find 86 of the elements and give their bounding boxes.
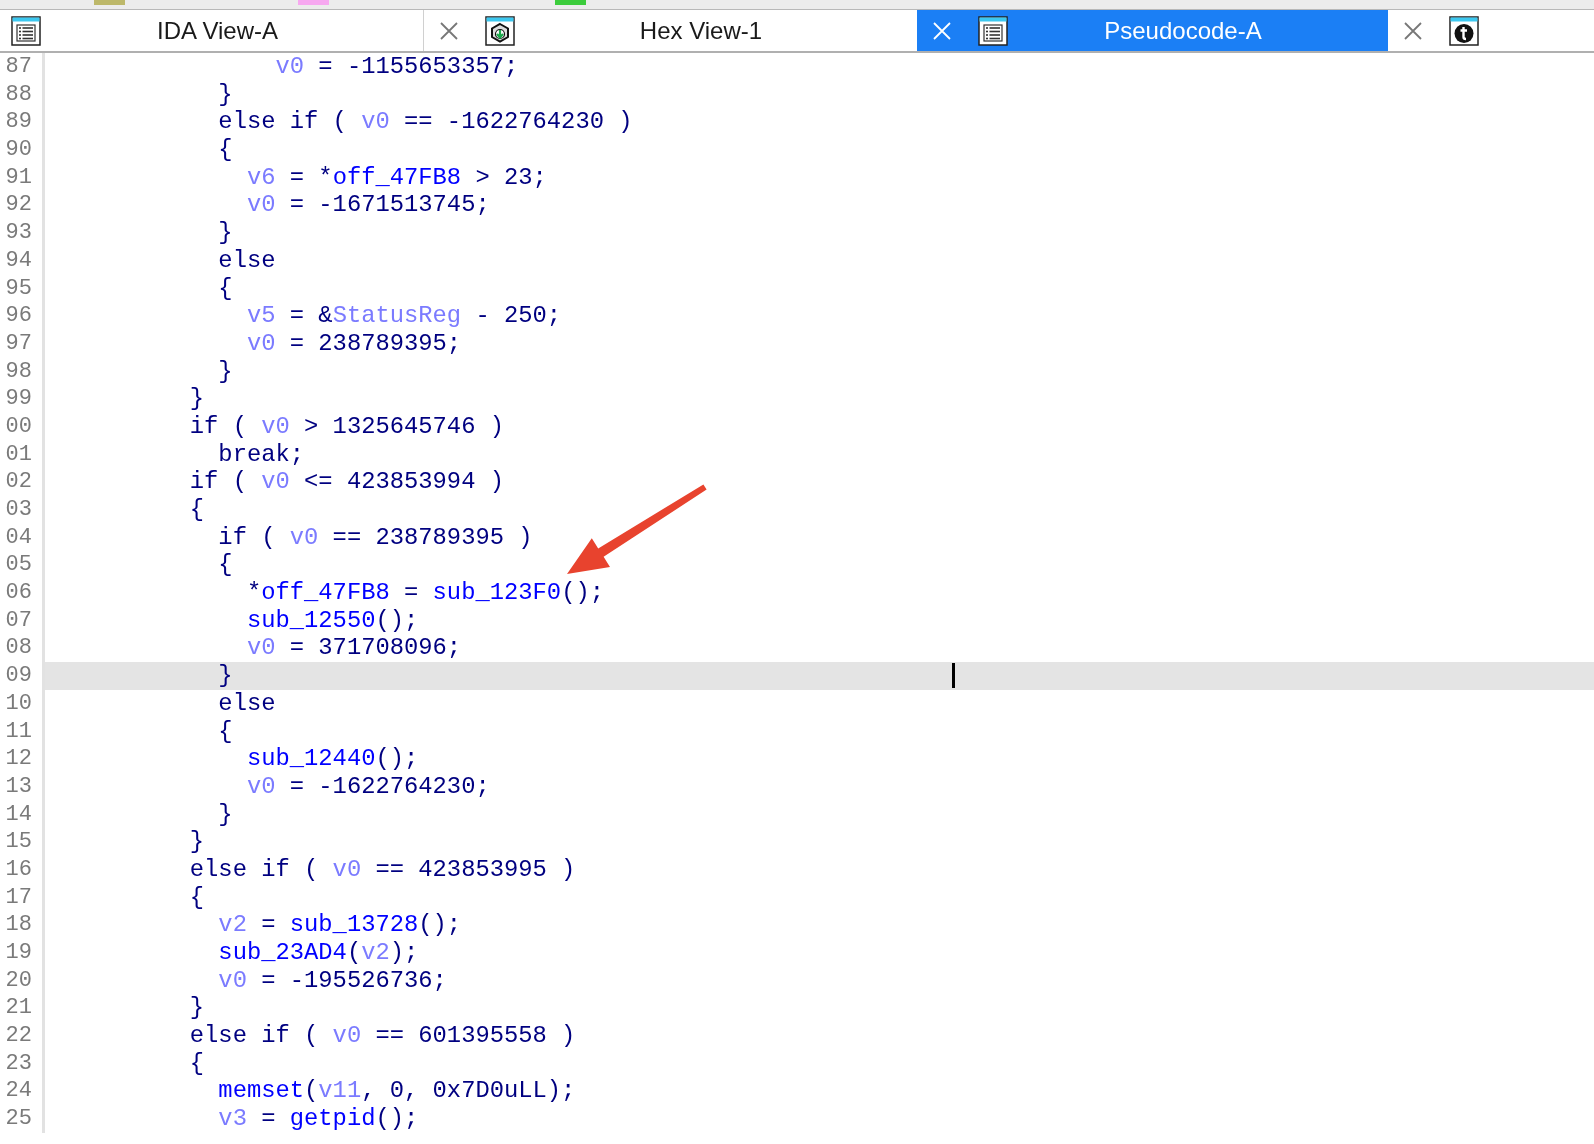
code-line: }: [217, 219, 233, 247]
code-line: v0 = -1622764230;: [245, 772, 490, 800]
code-line: if ( v0 <= 423853994 ): [188, 468, 504, 496]
code-line: sub_12550();: [245, 606, 419, 634]
code-line: v5 = &StatusReg - 250;: [245, 302, 562, 330]
code-line: }: [188, 385, 205, 413]
code-line: }: [188, 828, 205, 856]
line-number: 20: [5, 966, 32, 995]
code-line: break;: [217, 440, 305, 468]
code-line: v0 = 238789395;: [245, 329, 462, 357]
code-line: if ( v0 == 238789395 ): [217, 523, 533, 551]
code-line: }: [217, 80, 233, 108]
code-line: v0 = -195526736;: [217, 966, 447, 994]
line-number: 16: [5, 855, 32, 884]
code-line: memset(v11, 0, 0x7D0uLL);: [217, 1077, 576, 1105]
code-line: else if ( v0 == 601395558 ): [188, 1022, 576, 1050]
code-line: {: [188, 883, 205, 911]
code-line: }: [188, 994, 205, 1022]
line-number: 22: [5, 1022, 32, 1050]
close-icon[interactable]: [1404, 21, 1422, 40]
code-line: {: [188, 1049, 205, 1077]
line-number: 25: [5, 1105, 32, 1133]
line-number: 12: [5, 745, 32, 773]
code-line: v6 = *off_47FB8 > 23;: [245, 163, 547, 191]
line-number: 23: [5, 1049, 32, 1078]
code-line: v0 = -1155653357;: [274, 53, 519, 80]
line-number: 13: [5, 772, 32, 801]
line-number: 96: [5, 302, 32, 330]
text-cursor: [952, 663, 955, 689]
line-number: 05: [5, 551, 32, 580]
line-number: 01: [5, 440, 32, 469]
line-number: 09: [5, 662, 32, 690]
line-number: 06: [5, 579, 32, 607]
line-number: 89: [5, 108, 32, 137]
code-line: if ( v0 > 1325645746 ): [188, 412, 504, 440]
code-line: v3 = getpid();: [217, 1105, 419, 1133]
line-number: 97: [5, 329, 32, 358]
code-line: v0 = 371708096;: [245, 634, 462, 662]
line-number: 11: [5, 717, 32, 746]
code-line: else: [217, 689, 276, 717]
code-line: {: [217, 274, 233, 302]
tab[interactable]: IDA View-A: [0, 10, 424, 51]
line-number: 93: [5, 219, 32, 247]
line-number: 91: [5, 163, 32, 192]
line-number: 88: [5, 80, 32, 109]
line-number: 08: [5, 634, 32, 663]
line-number: 21: [5, 994, 32, 1023]
line-number: 95: [5, 274, 32, 303]
line-number: 92: [5, 191, 32, 220]
line-number: 19: [5, 939, 32, 967]
code-line: else if ( v0 == 423853995 ): [188, 855, 576, 883]
line-number: 14: [5, 800, 32, 829]
line-number: 00: [5, 412, 32, 441]
code-line: else if ( v0 == -1622764230 ): [217, 108, 633, 136]
code-line: sub_23AD4(v2);: [217, 939, 419, 966]
code-line: {: [217, 551, 233, 579]
line-number: 90: [5, 136, 32, 164]
line-number: 04: [5, 523, 32, 552]
tab[interactable]: Hex View-1: [424, 10, 917, 51]
code-line: }: [217, 662, 233, 690]
code-line: v2 = sub_13728();: [217, 911, 462, 939]
line-number: 98: [5, 357, 32, 386]
line-number: 02: [5, 468, 32, 496]
listing-icon: [11, 15, 41, 46]
line-number: 94: [5, 246, 32, 275]
line-number: 24: [5, 1077, 32, 1106]
line-number: 17: [5, 883, 32, 912]
close-icon[interactable]: [440, 21, 458, 40]
code-line: {: [217, 136, 233, 164]
line-number: 10: [5, 689, 32, 718]
line-number: 87: [5, 53, 32, 81]
code-line: }: [217, 357, 233, 385]
code-line: *off_47FB8 = sub_123F0();: [245, 579, 604, 607]
line-number: 03: [5, 496, 32, 524]
line-number: 99: [5, 385, 32, 413]
line-number: 18: [5, 911, 32, 939]
line-number: 07: [5, 606, 32, 635]
line-number: 15: [5, 828, 32, 856]
listing-icon: [978, 15, 1008, 46]
code-line: else: [217, 246, 276, 274]
code-line: {: [188, 496, 205, 523]
tab[interactable]: Pseudocode-A: [917, 10, 1388, 51]
code-line: sub_12440();: [245, 745, 419, 773]
code-line: v0 = -1671513745;: [245, 191, 490, 219]
code-line: {: [217, 717, 233, 745]
code-line: }: [217, 800, 233, 828]
